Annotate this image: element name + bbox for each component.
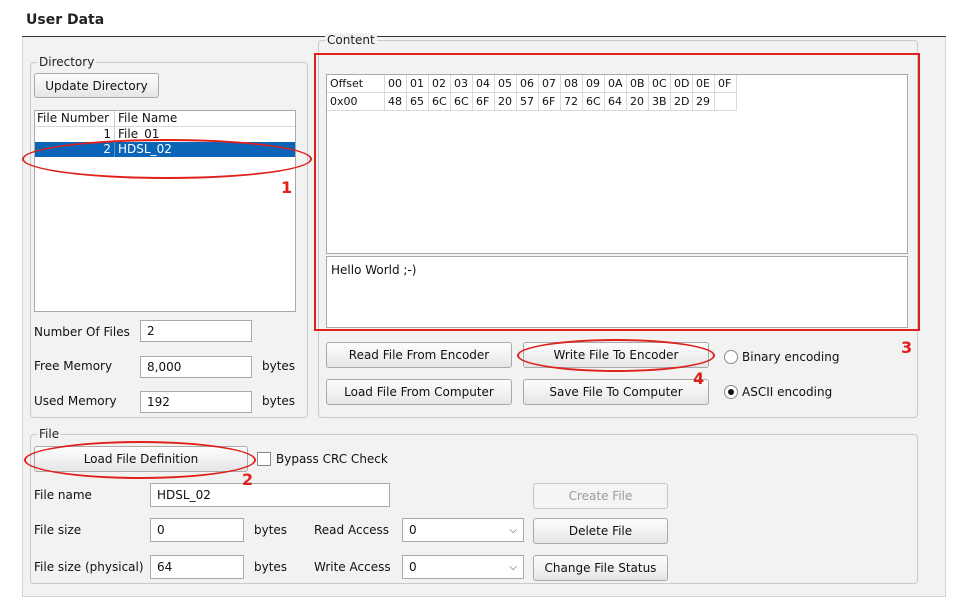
list-item[interactable]: 1 File_01	[35, 127, 295, 142]
directory-list-header: File Number File Name	[35, 111, 295, 127]
hex-byte-cell[interactable]: 65	[407, 93, 429, 111]
file-size-physical-label: File size (physical)	[34, 560, 144, 574]
chevron-down-icon: ⌵	[509, 561, 517, 573]
bypass-crc-checkbox[interactable]	[257, 452, 271, 466]
annotation-number-3: 3	[901, 338, 913, 357]
delete-file-button[interactable]: Delete File	[533, 518, 668, 544]
panel-title: User Data	[26, 12, 105, 28]
file-size-unit: bytes	[254, 523, 288, 537]
annotation-number-4: 4	[693, 369, 705, 388]
file-name-field[interactable]: HDSL_02	[150, 483, 390, 507]
hex-byte-cell[interactable]: 29	[693, 93, 715, 111]
file-size-physical-field[interactable]: 64	[150, 555, 244, 579]
hex-byte-cell[interactable]: 57	[517, 93, 539, 111]
hex-header-cell: 0D	[671, 75, 693, 93]
bypass-crc-label: Bypass CRC Check	[276, 452, 388, 466]
update-directory-button[interactable]: Update Directory	[34, 73, 159, 98]
free-memory-field[interactable]: 8,000	[140, 356, 252, 378]
ascii-encoding-label: ASCII encoding	[742, 385, 833, 399]
column-header-file-name[interactable]: File Name	[115, 111, 177, 126]
hex-data-row[interactable]: 0x00 48 65 6C 6C 6F 20 57 6F 72 6C 64 20 3B 2D 29	[327, 93, 907, 111]
read-access-label: Read Access	[314, 523, 390, 537]
used-memory-unit: bytes	[262, 394, 296, 408]
file-number: 2	[35, 142, 115, 157]
file-size-field[interactable]: 0	[150, 518, 244, 542]
load-file-definition-button[interactable]: Load File Definition	[34, 446, 248, 472]
hex-byte-cell[interactable]: 6F	[539, 93, 561, 111]
binary-encoding-label: Binary encoding	[742, 350, 840, 364]
change-file-status-button[interactable]: Change File Status	[533, 555, 668, 581]
hex-header-row: Offset 00 01 02 03 04 05 06 07 08 09 0A 0B 0C 0D 0E 0F	[327, 75, 907, 93]
chevron-down-icon: ⌵	[509, 524, 517, 536]
hex-header-cell: 00	[385, 75, 407, 93]
ascii-encoding-radio[interactable]	[724, 385, 738, 399]
hex-byte-cell[interactable]: 20	[495, 93, 517, 111]
binary-encoding-radio[interactable]	[724, 350, 738, 364]
file-size-physical-unit: bytes	[254, 560, 288, 574]
hex-header-cell: 09	[583, 75, 605, 93]
content-legend: Content	[325, 33, 377, 47]
hex-byte-cell[interactable]	[715, 93, 737, 111]
hex-byte-cell[interactable]: 48	[385, 93, 407, 111]
hex-byte-cell[interactable]: 2D	[671, 93, 693, 111]
hex-byte-cell[interactable]: 6F	[473, 93, 495, 111]
hex-header-cell: 05	[495, 75, 517, 93]
hex-header-cell: 01	[407, 75, 429, 93]
free-memory-label: Free Memory	[34, 359, 113, 373]
content-text-area[interactable]: Hello World ;-)	[326, 256, 908, 328]
list-item-selected[interactable]: 2 HDSL_02	[35, 142, 295, 157]
hex-header-cell: 0C	[649, 75, 671, 93]
hex-byte-cell[interactable]: 6C	[583, 93, 605, 111]
hex-header-cell: 04	[473, 75, 495, 93]
hex-header-cell: 08	[561, 75, 583, 93]
free-memory-unit: bytes	[262, 359, 296, 373]
read-access-value: 0	[409, 523, 417, 537]
hex-byte-cell[interactable]: 6C	[451, 93, 473, 111]
file-name-label: File name	[34, 488, 92, 502]
write-access-label: Write Access	[314, 560, 391, 574]
write-access-select[interactable]: 0 ⌵	[402, 555, 524, 579]
hex-byte-cell[interactable]: 6C	[429, 93, 451, 111]
hex-byte-cell[interactable]: 72	[561, 93, 583, 111]
used-memory-field[interactable]: 192	[140, 391, 252, 413]
annotation-number-1: 1	[281, 178, 293, 197]
hex-header-cell: 0A	[605, 75, 627, 93]
load-file-from-computer-button[interactable]: Load File From Computer	[326, 379, 512, 405]
read-file-from-encoder-button[interactable]: Read File From Encoder	[326, 342, 512, 368]
file-name: File_01	[118, 127, 160, 141]
used-memory-label: Used Memory	[34, 394, 117, 408]
save-file-to-computer-button[interactable]: Save File To Computer	[523, 379, 709, 405]
hex-header-cell: 07	[539, 75, 561, 93]
hex-header-cell: 0E	[693, 75, 715, 93]
write-file-to-encoder-button[interactable]: Write File To Encoder	[523, 342, 709, 368]
hex-offset-cell[interactable]: 0x00	[327, 93, 385, 111]
column-header-file-number[interactable]: File Number	[35, 111, 115, 126]
hex-header-cell: 02	[429, 75, 451, 93]
annotation-number-2: 2	[242, 470, 254, 489]
write-access-value: 0	[409, 560, 417, 574]
hex-header-cell: 03	[451, 75, 473, 93]
hex-view[interactable]: Offset 00 01 02 03 04 05 06 07 08 09 0A 0B 0C 0D 0E 0F 0…	[326, 74, 908, 254]
create-file-button[interactable]: Create File	[533, 483, 668, 509]
number-of-files-field[interactable]: 2	[140, 320, 252, 342]
hex-header-offset: Offset	[327, 75, 385, 93]
hex-byte-cell[interactable]: 20	[627, 93, 649, 111]
hex-byte-cell[interactable]: 3B	[649, 93, 671, 111]
directory-legend: Directory	[37, 55, 97, 69]
file-size-label: File size	[34, 523, 82, 537]
file-legend: File	[37, 427, 62, 441]
file-name: HDSL_02	[118, 142, 172, 156]
hex-header-cell: 06	[517, 75, 539, 93]
read-access-select[interactable]: 0 ⌵	[402, 518, 524, 542]
hex-header-cell: 0F	[715, 75, 737, 93]
hex-byte-cell[interactable]: 64	[605, 93, 627, 111]
file-number: 1	[35, 127, 115, 142]
number-of-files-label: Number Of Files	[34, 325, 130, 339]
directory-list[interactable]: File Number File Name 1 File_01 2 HDSL_0…	[34, 110, 296, 312]
hex-header-cell: 0B	[627, 75, 649, 93]
